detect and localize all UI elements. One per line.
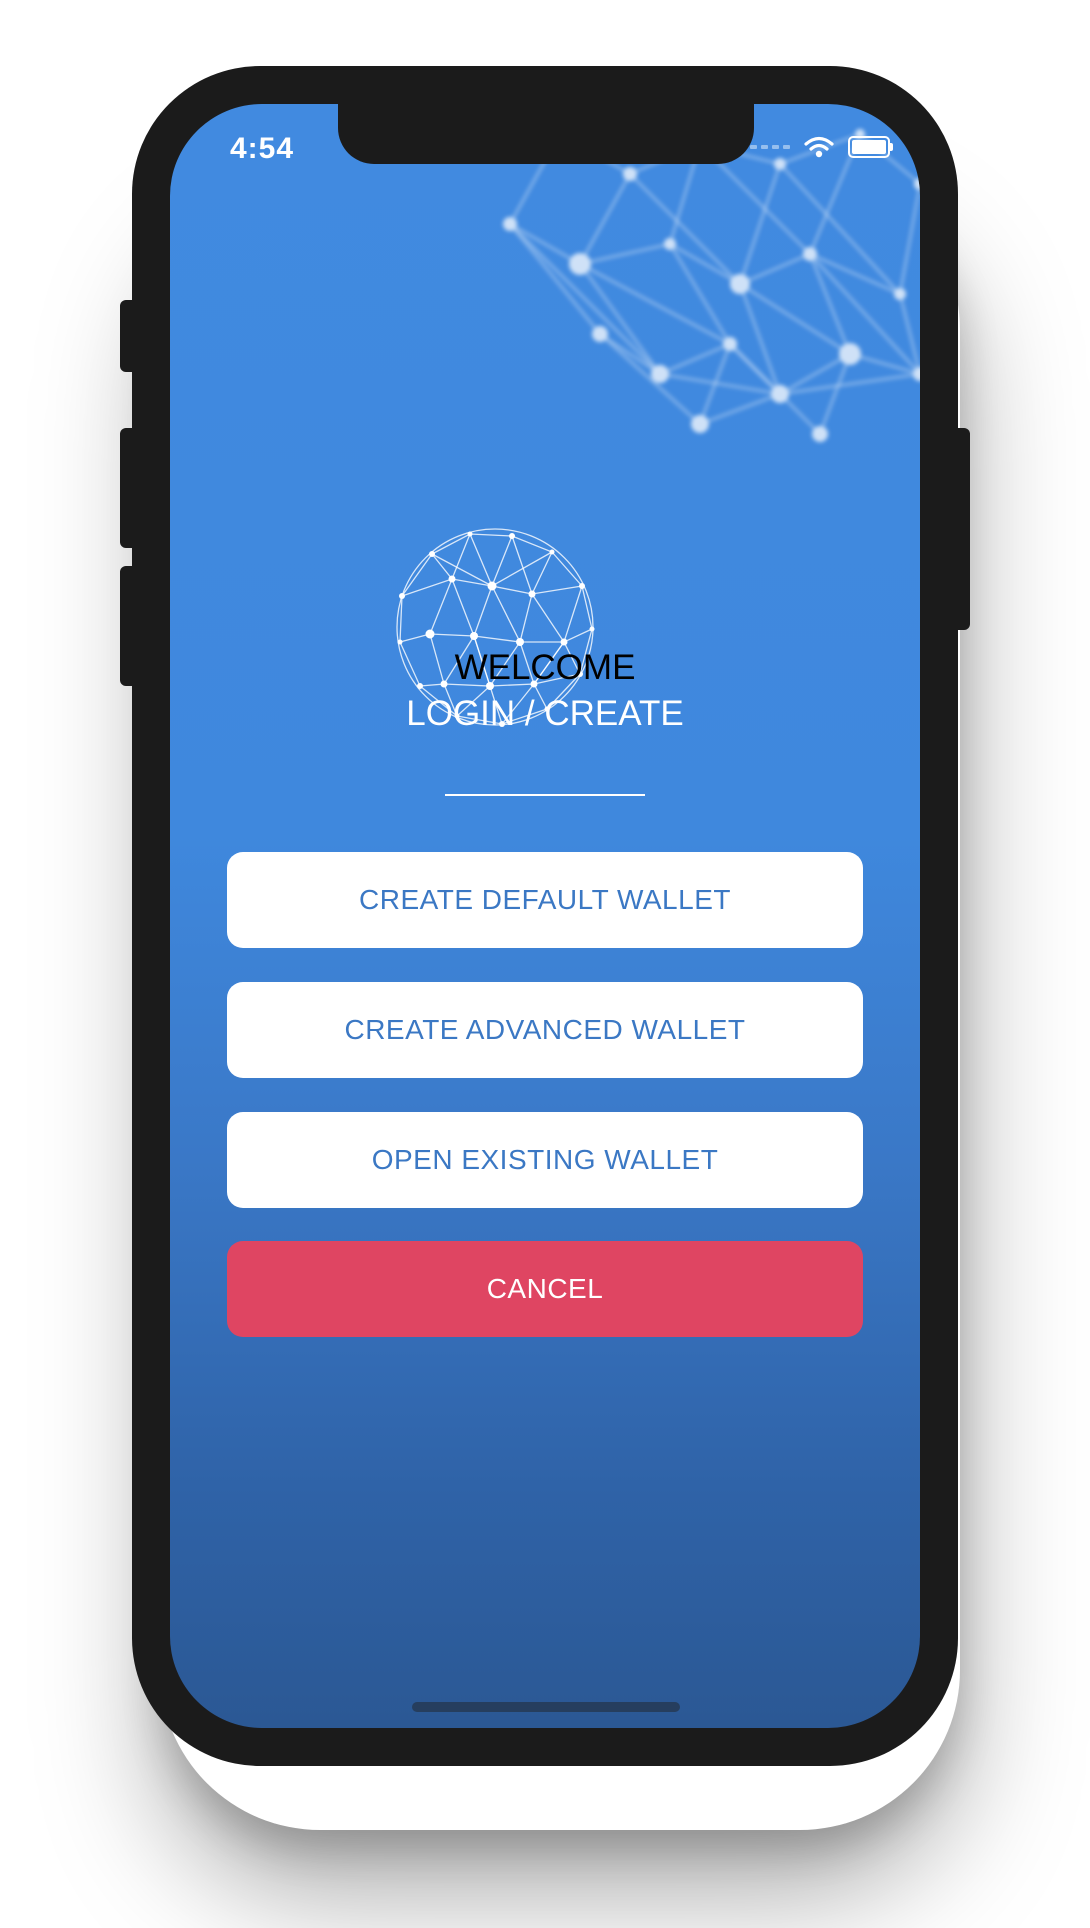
battery-icon <box>848 136 893 158</box>
open-existing-wallet-button[interactable]: OPEN EXISTING WALLET <box>227 1112 863 1208</box>
home-indicator[interactable] <box>412 1702 680 1712</box>
status-icons <box>750 136 893 158</box>
cancel-button[interactable]: CANCEL <box>227 1241 863 1337</box>
app-screen: 4:54 WELCOME LOGIN / CREATE CREATE DEFAU… <box>170 104 920 1728</box>
title-divider <box>445 794 645 796</box>
wifi-icon <box>804 136 834 158</box>
status-time: 4:54 <box>230 132 295 165</box>
create-advanced-wallet-button[interactable]: CREATE ADVANCED WALLET <box>227 982 863 1078</box>
welcome-title: WELCOME <box>454 648 636 687</box>
signal-icon <box>750 145 790 149</box>
network-graph-decoration <box>503 128 920 442</box>
welcome-subtitle: LOGIN / CREATE <box>406 694 684 733</box>
create-default-wallet-button[interactable]: CREATE DEFAULT WALLET <box>227 852 863 948</box>
device-notch <box>338 104 754 164</box>
app-stage: 4:54 WELCOME LOGIN / CREATE CREATE DEFAU… <box>0 0 1090 1928</box>
